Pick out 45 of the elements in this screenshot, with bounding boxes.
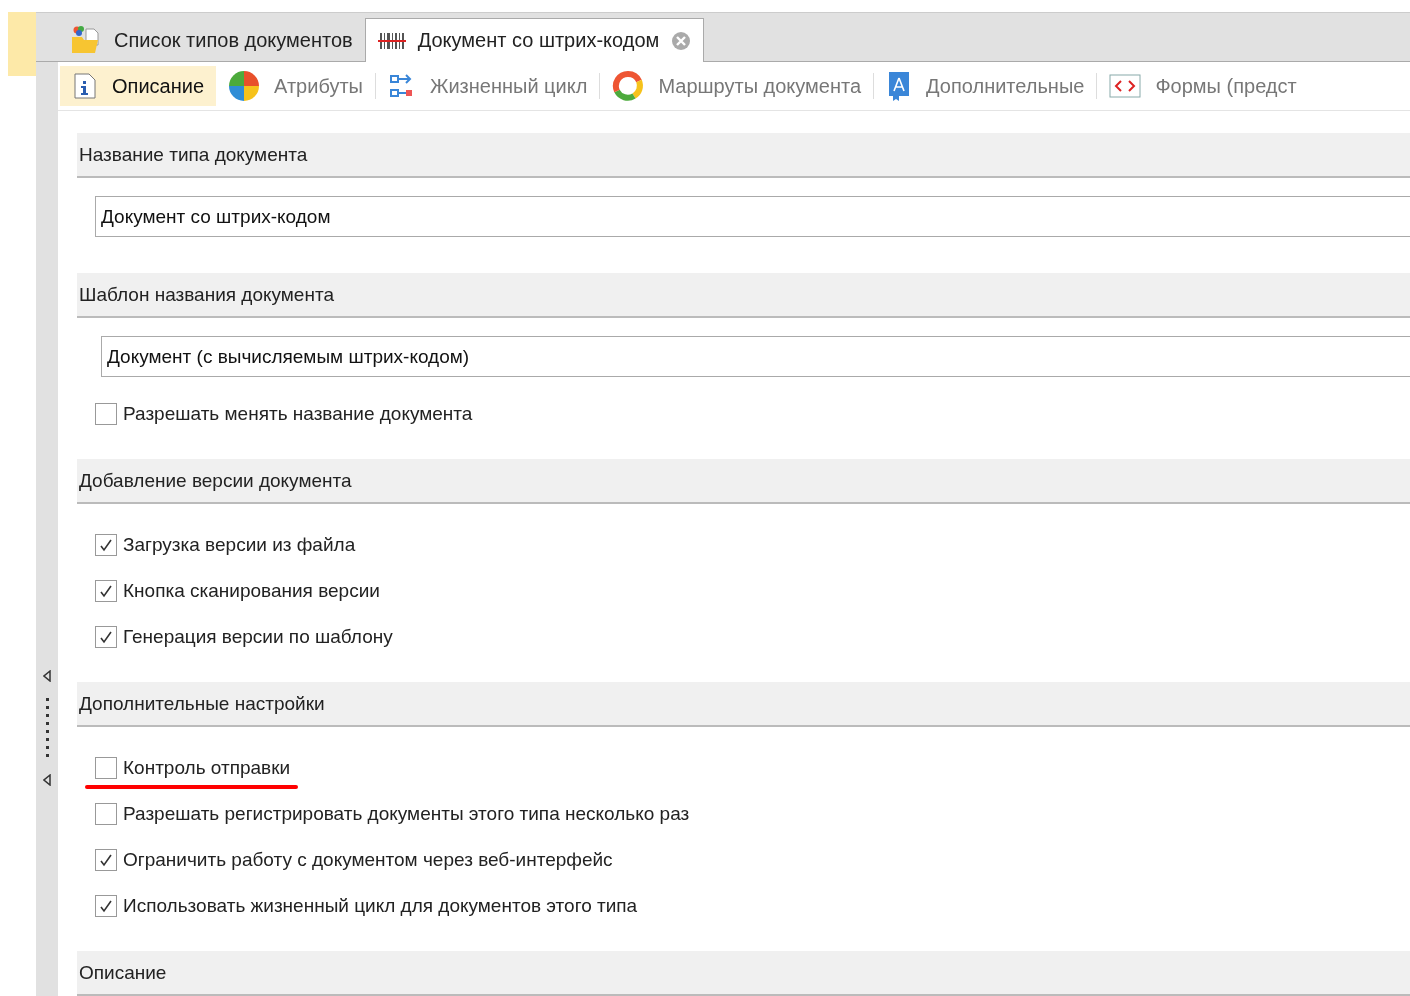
toolbar-tab[interactable]: Атрибуты xyxy=(216,66,375,106)
panel-marker xyxy=(8,12,36,76)
checkbox[interactable] xyxy=(95,757,117,779)
checkbox-label: Ограничить работу с документом через веб-интерфейс xyxy=(123,849,613,871)
section-header: Описание xyxy=(77,951,1410,996)
checkmark-icon xyxy=(99,630,113,644)
section-header: Добавление версии документа xyxy=(77,459,1410,504)
collapse-arrow-icon[interactable] xyxy=(43,774,51,786)
section-header: Шаблон названия документа xyxy=(77,273,1410,318)
text-field[interactable]: Документ (с вычисляемым штрих-кодом) xyxy=(101,336,1410,377)
checkmark-icon xyxy=(99,584,113,598)
checkbox[interactable] xyxy=(95,534,117,556)
toolbar-tab[interactable]: Жизненный цикл xyxy=(375,66,600,106)
checkbox[interactable] xyxy=(95,849,117,871)
document-tab[interactable]: Список типов документов xyxy=(58,19,365,61)
text-field[interactable]: Документ со штрих-кодом xyxy=(95,196,1410,237)
checkbox-label: Кнопка сканирования версии xyxy=(123,580,380,602)
code-icon xyxy=(1109,73,1142,99)
toolbar-tab[interactable]: Маршруты документа xyxy=(600,66,874,106)
pie-icon xyxy=(228,70,261,102)
checkmark-icon xyxy=(99,853,113,867)
info-icon xyxy=(72,72,98,100)
checkbox[interactable] xyxy=(95,580,117,602)
checkbox[interactable] xyxy=(95,626,117,648)
ring-icon xyxy=(612,70,645,102)
checkbox-label: Контроль отправки xyxy=(123,757,291,779)
checkbox[interactable] xyxy=(95,895,117,917)
checkmark-icon xyxy=(99,538,113,552)
checkbox-label: Разрешать менять название документа xyxy=(123,403,473,425)
section-header: Название типа документа xyxy=(77,133,1410,178)
checkbox-label: Разрешать регистрировать документы этого типа несколько раз xyxy=(123,803,690,825)
checkbox[interactable] xyxy=(95,403,117,425)
grip-icon[interactable] xyxy=(45,696,49,760)
toolbar-tab[interactable]: Дополнительные xyxy=(874,66,1097,106)
checkbox-label: Загрузка версии из файла xyxy=(123,534,356,556)
document-tab[interactable]: Документ со штрих-кодом xyxy=(364,18,705,62)
checkbox-label: Использовать жизненный цикл для документов этого типа xyxy=(123,895,638,917)
toolbar-tab[interactable]: Формы (предст xyxy=(1097,66,1309,106)
toolbar-tab[interactable]: Описание xyxy=(60,66,217,106)
section-header: Дополнительные настройки xyxy=(77,682,1410,727)
folder-icon xyxy=(70,25,102,55)
collapse-arrow-icon[interactable] xyxy=(43,670,51,682)
checkbox-label: Генерация версии по шаблону xyxy=(123,626,393,648)
checkbox[interactable] xyxy=(95,803,117,825)
checkmark-icon xyxy=(99,899,113,913)
